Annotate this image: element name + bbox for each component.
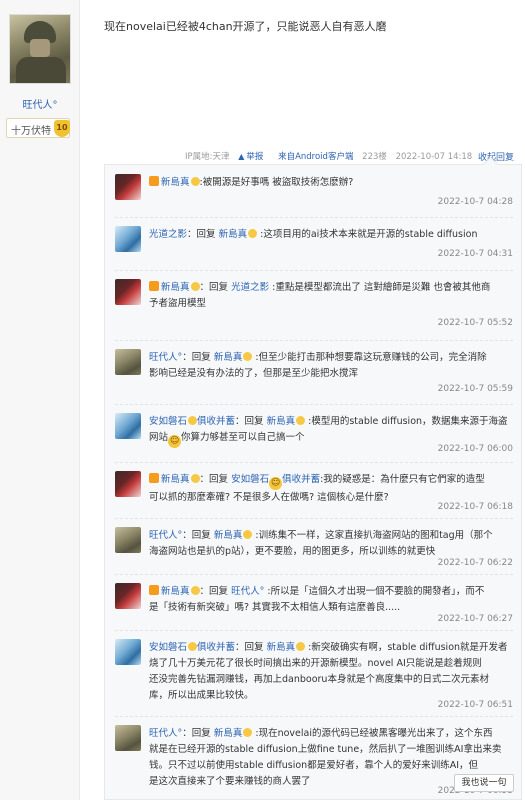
- reply-username[interactable]: 安如磐石: [149, 642, 187, 653]
- reply-time: 2022-10-7 06:27: [437, 614, 513, 624]
- reply-to-username[interactable]: 安如磐石: [231, 474, 269, 485]
- reply-username-2[interactable]: 俱收并蓄: [197, 642, 235, 653]
- reply-text: 光道之影：回复 新島真 :这项目用的ai技术本来就是开源的stable diff…: [149, 229, 478, 240]
- vip-icon: [296, 642, 306, 651]
- client-source[interactable]: 来自Android客户端: [278, 152, 353, 162]
- vip-icon: [243, 352, 253, 361]
- reply-username[interactable]: 旺代人°: [149, 352, 182, 363]
- reply-panel: 新島真:被開源是好事嗎 被盜取技術怎麽辦? 2022-10-7 04:28 光道…: [104, 164, 522, 800]
- reply-item: 旺代人°：回复 新島真 :训练集不一样，这家直接扒海盗网站的图和tag用（那个海…: [105, 518, 523, 574]
- fold-replies-button[interactable]: 收起回复: [478, 150, 514, 163]
- reply-item: 旺代人°：回复 新島真 :但至少能打击那种想要靠这玩意赚钱的公司，完全消除 影响已…: [105, 340, 523, 404]
- user-avatar[interactable]: [115, 527, 141, 553]
- reply-username[interactable]: 新島真: [161, 282, 190, 293]
- user-avatar[interactable]: [115, 279, 141, 305]
- reply-item: 安如磐石 俱收并蓄：回复 新島真 :新突破确实有啊，stable diffusio…: [105, 630, 523, 716]
- emoji-icon: ☺: [269, 477, 283, 490]
- author-column: 旺代人° 十万伏特 10: [0, 0, 80, 800]
- reply-time: 2022-10-7 06:18: [437, 502, 513, 512]
- author-level-badge[interactable]: 十万伏特 10: [6, 118, 70, 138]
- floor-number: 223楼: [362, 152, 387, 162]
- reply-to-username[interactable]: 新島真: [267, 642, 296, 653]
- vip-icon: [190, 177, 200, 186]
- reply-time: 2022-10-7 04:28: [437, 197, 513, 207]
- post-meta: IP属地:天津 ▲ 举报 来自Android客户端 223楼 2022-10-07…: [185, 150, 478, 164]
- user-avatar[interactable]: [115, 226, 141, 252]
- reply-to-username[interactable]: 新島真: [214, 728, 243, 739]
- reply-text: 新島真 ：回复 光道之影 :重點是模型都流出了 這對繪師是災難 也會被其他商 予者盜…: [149, 281, 491, 309]
- author-avatar[interactable]: [9, 14, 71, 84]
- say-something-button[interactable]: 我也说一句: [454, 774, 514, 792]
- reply-to-username-2[interactable]: 俱收并蓄: [282, 474, 320, 485]
- user-avatar[interactable]: [115, 583, 141, 609]
- user-avatar[interactable]: [115, 413, 141, 439]
- reply-to-username[interactable]: 新島真: [214, 530, 243, 541]
- reply-username[interactable]: 旺代人°: [149, 728, 182, 739]
- reply-item: 光道之影：回复 新島真 :这项目用的ai技术本来就是开源的stable diff…: [105, 217, 523, 270]
- reply-username[interactable]: 新島真: [161, 177, 190, 188]
- reply-text: 新島真 ：回复 安如磐石 ☺ 俱收并蓄:我的疑惑是：為什麼只有它們家的造型 可以抓的那麼…: [149, 473, 485, 503]
- reply-time: 2022-10-7 06:51: [437, 700, 513, 710]
- vip-icon: [248, 229, 258, 238]
- report-link[interactable]: ▲ 举报: [238, 152, 269, 162]
- user-avatar[interactable]: [115, 639, 141, 665]
- author-name[interactable]: 旺代人°: [0, 96, 80, 111]
- reply-username[interactable]: 新島真: [161, 474, 190, 485]
- level-shield-icon: 10: [54, 120, 70, 137]
- vip-icon: [296, 416, 306, 425]
- member-badge-icon: [149, 176, 159, 186]
- reply-to-username[interactable]: 旺代人°: [231, 586, 264, 597]
- reply-username-2[interactable]: 俱收并蓄: [197, 416, 235, 427]
- vip-icon: [188, 642, 198, 651]
- vip-icon: [243, 728, 253, 737]
- reply-text: 新島真 ：回复 旺代人° :所以是「這個久才出現一個不要臉的開發者」，而不 是「技術…: [149, 585, 485, 613]
- reply-item: 新島真 ：回复 光道之影 :重點是模型都流出了 這對繪師是災難 也會被其他商 予者盜…: [105, 270, 523, 340]
- reply-time: 2022-10-7 04:31: [437, 249, 513, 259]
- vip-icon: [243, 530, 253, 539]
- reply-item: 新島真 ：回复 旺代人° :所以是「這個久才出現一個不要臉的開發者」，而不 是「技術…: [105, 574, 523, 630]
- reply-text: 旺代人°：回复 新島真 :训练集不一样，这家直接扒海盗网站的图和tag用（那个海…: [149, 530, 493, 557]
- reply-item: 新島真 ：回复 安如磐石 ☺ 俱收并蓄:我的疑惑是：為什麼只有它們家的造型 可以抓的那麼…: [105, 462, 523, 518]
- reply-to-username[interactable]: 新島真: [219, 229, 248, 240]
- reply-item: 新島真:被開源是好事嗎 被盜取技術怎麽辦? 2022-10-7 04:28: [105, 165, 523, 217]
- author-rank-title: 十万伏特: [11, 126, 51, 137]
- user-avatar[interactable]: [115, 725, 141, 751]
- reply-to-username[interactable]: 新島真: [267, 416, 296, 427]
- vip-icon: [190, 586, 200, 595]
- reply-time: 2022-10-7 05:52: [437, 318, 513, 328]
- reply-time: 2022-10-7 05:59: [437, 384, 513, 394]
- member-badge-icon: [149, 585, 159, 595]
- reply-to-username[interactable]: 新島真: [214, 352, 243, 363]
- reply-time: 2022-10-7 06:00: [437, 444, 513, 454]
- post-content: 现在novelai已经被4chan开源了，只能说恶人自有恶人磨: [104, 20, 387, 33]
- ip-location: IP属地:天津: [185, 152, 230, 162]
- vip-icon: [190, 474, 200, 483]
- user-avatar[interactable]: [115, 174, 141, 200]
- member-badge-icon: [149, 281, 159, 291]
- reply-text: 旺代人°：回复 新島真 :但至少能打击那种想要靠这玩意赚钱的公司，完全消除 影响已…: [149, 352, 487, 379]
- reply-text: 安如磐石 俱收并蓄：回复 新島真 :新突破确实有啊，stable diffusio…: [149, 642, 508, 701]
- reply-username[interactable]: 光道之影: [149, 229, 187, 240]
- reply-text: 新島真:被開源是好事嗎 被盜取技術怎麽辦?: [149, 175, 509, 191]
- reply-item: 安如磐石 俱收并蓄：回复 新島真 :模型用的stable diffusion，数据…: [105, 404, 523, 462]
- reply-time: 2022-10-7 06:22: [437, 558, 513, 568]
- vip-icon: [188, 416, 198, 425]
- member-badge-icon: [149, 473, 159, 483]
- report-icon: ▲: [238, 152, 245, 161]
- reply-to-username[interactable]: 光道之影: [231, 282, 269, 293]
- post-time: 2022-10-07 14:18: [395, 152, 473, 162]
- user-avatar[interactable]: [115, 471, 141, 497]
- reply-text: 安如磐石 俱收并蓄：回复 新島真 :模型用的stable diffusion，数据…: [149, 416, 508, 448]
- reply-username[interactable]: 新島真: [161, 586, 190, 597]
- emoji-icon: ☺: [168, 435, 182, 448]
- reply-username[interactable]: 旺代人°: [149, 530, 182, 541]
- reply-username[interactable]: 安如磐石: [149, 416, 187, 427]
- user-avatar[interactable]: [115, 349, 141, 375]
- vip-icon: [190, 282, 200, 291]
